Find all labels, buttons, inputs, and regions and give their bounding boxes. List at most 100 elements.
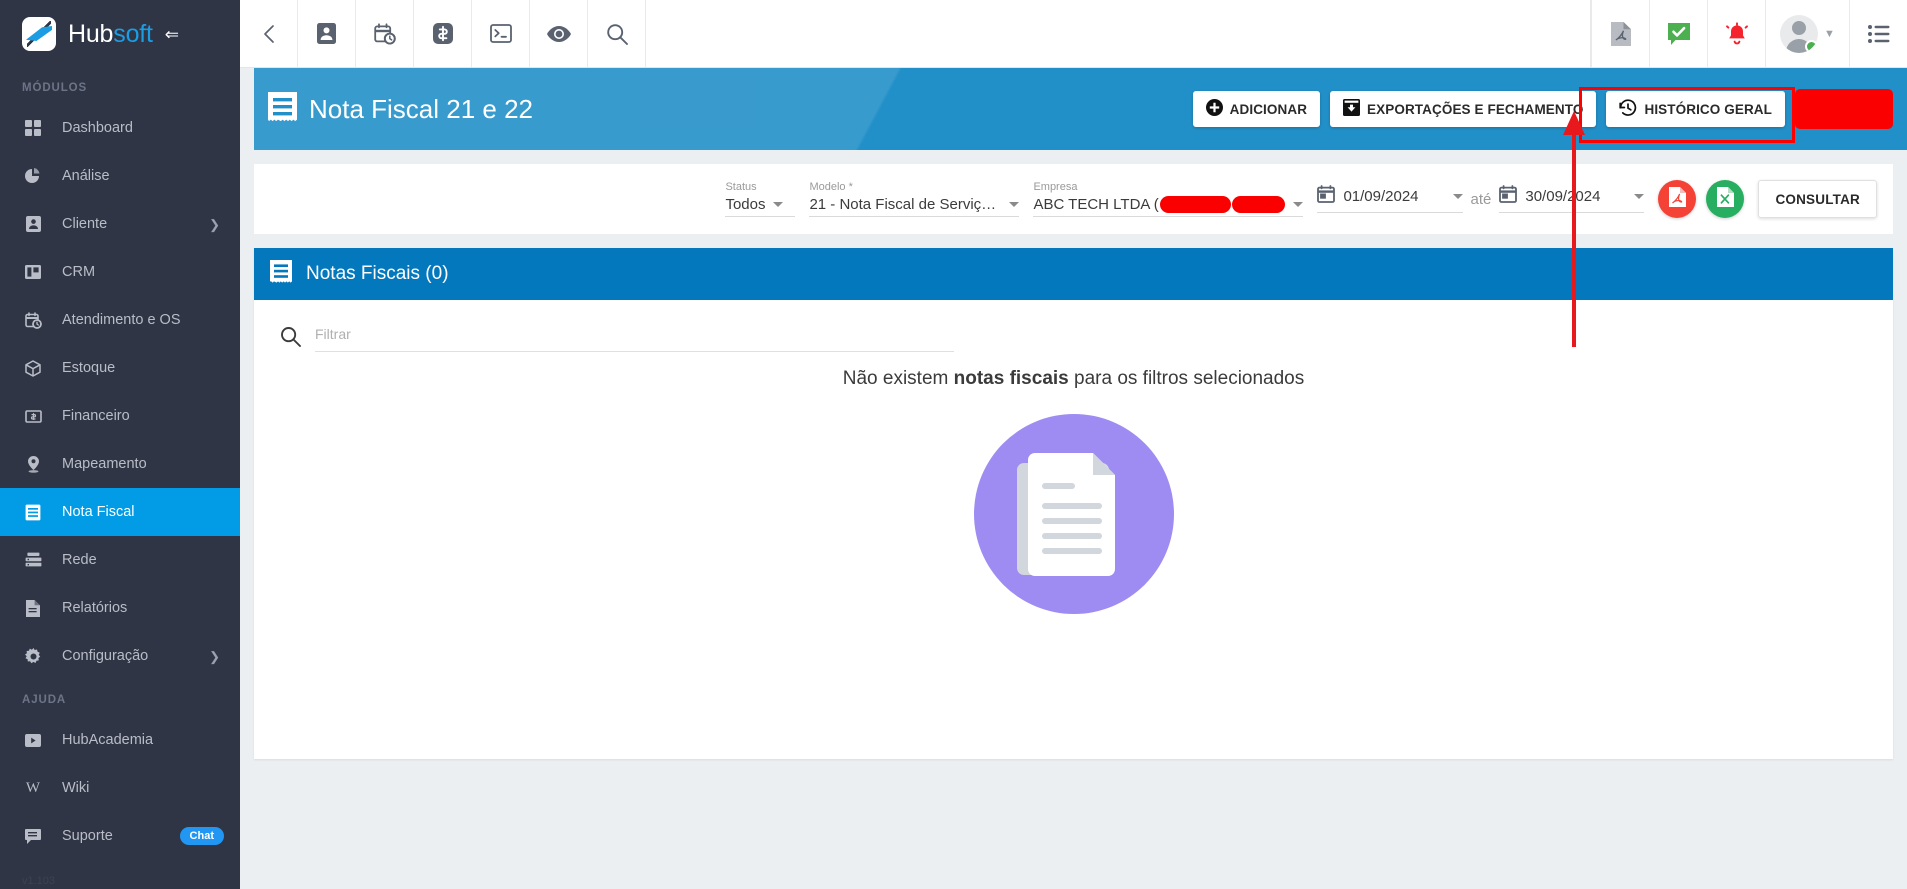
avatar xyxy=(1780,14,1819,53)
status-filter-value: Todos xyxy=(725,196,766,213)
chevron-down-icon[interactable] xyxy=(1293,202,1304,207)
document-icon xyxy=(22,599,44,617)
sidebar-item-label: Análise xyxy=(62,168,110,184)
contact-card-icon xyxy=(22,215,44,233)
page-title-group: Nota Fiscal 21 e 22 xyxy=(254,91,533,128)
sidebar-item-label: Atendimento e OS xyxy=(62,312,181,328)
redacted-button[interactable] xyxy=(1795,89,1893,129)
sidebar-item-estoque[interactable]: Estoque xyxy=(0,344,240,392)
sidebar-item-hubacademia[interactable]: HubAcademia xyxy=(0,716,240,764)
status-filter-label: Status xyxy=(725,181,757,193)
dollar-badge-icon[interactable] xyxy=(414,0,472,67)
calendar-clock-icon[interactable] xyxy=(356,0,414,67)
eye-icon[interactable] xyxy=(530,0,588,67)
sidebar-item-label: Cliente xyxy=(62,216,108,232)
collapse-left-icon[interactable]: ⇐ xyxy=(165,26,179,43)
calendar-icon[interactable] xyxy=(1499,185,1518,208)
server-rack-icon xyxy=(22,551,44,569)
historico-geral-button[interactable]: HISTÓRICO GERAL xyxy=(1606,91,1785,127)
sidebar-item-dashboard[interactable]: Dashboard xyxy=(0,104,240,152)
sidebar-item-configuracao[interactable]: Configuração ❯ xyxy=(0,632,240,680)
user-avatar-menu[interactable]: ▼ xyxy=(1765,0,1849,67)
online-status-badge xyxy=(1805,39,1819,53)
money-bill-icon xyxy=(22,407,44,425)
modelo-filter-label: Modelo * xyxy=(809,181,853,193)
page-header: Nota Fiscal 21 e 22 ADICIONAR EXPORTAÇÕE… xyxy=(254,68,1907,150)
map-pin-icon xyxy=(22,455,44,473)
filter-bar: Status Todos Modelo * 21 - Nota Fiscal d… xyxy=(254,111,1893,347)
plus-circle-icon xyxy=(1205,99,1223,119)
filter-search-input[interactable] xyxy=(315,326,954,342)
date-range-filter: 01/09/2024 até 30/09/2024 xyxy=(1317,185,1645,213)
empresa-filter-control[interactable]: ABC TECH LTDA ( xyxy=(1033,196,1304,217)
empresa-filter-value: ABC TECH LTDA ( xyxy=(1033,196,1286,213)
exportacoes-e-fechamento-button[interactable]: EXPORTAÇÕES E FECHAMENTO xyxy=(1330,91,1597,127)
date-from-value: 01/09/2024 xyxy=(1343,188,1419,205)
sidebar-item-financeiro[interactable]: Financeiro xyxy=(0,392,240,440)
modelo-filter[interactable]: Modelo * 21 - Nota Fiscal de Serviço de … xyxy=(809,181,1020,217)
empty-message-suffix: para os filtros selecionados xyxy=(1068,368,1305,389)
receipt-icon xyxy=(22,503,44,521)
date-from-field[interactable]: 01/09/2024 xyxy=(1317,185,1463,213)
toolbar-spacer xyxy=(646,0,1591,67)
sidebar-item-cliente[interactable]: Cliente ❯ xyxy=(0,200,240,248)
sidebar-item-atendimento-e-os[interactable]: Atendimento e OS xyxy=(0,296,240,344)
sidebar-item-analise[interactable]: Análise xyxy=(0,152,240,200)
terminal-icon[interactable] xyxy=(472,0,530,67)
sidebar-item-label: Dashboard xyxy=(62,120,133,136)
list-menu-icon[interactable] xyxy=(1849,0,1907,67)
brand-name-accent: soft xyxy=(113,19,153,48)
sidebar-item-suporte[interactable]: Suporte Chat xyxy=(0,812,240,860)
box-icon xyxy=(22,359,44,377)
chevron-down-icon[interactable] xyxy=(1009,202,1020,207)
sidebar-item-label: Wiki xyxy=(62,780,90,796)
adicionar-button-label: ADICIONAR xyxy=(1229,101,1308,117)
empty-message-bold: notas fiscais xyxy=(953,368,1069,389)
consultar-button[interactable]: CONSULTAR xyxy=(1758,180,1877,218)
chevron-down-icon[interactable]: ▼ xyxy=(1824,28,1835,40)
sidebar-item-mapeamento[interactable]: Mapeamento xyxy=(0,440,240,488)
speech-bubble-icon xyxy=(22,827,44,845)
calendar-clock-icon xyxy=(22,311,44,329)
sidebar-item-rede[interactable]: Rede xyxy=(0,536,240,584)
chevron-right-icon: ❯ xyxy=(209,216,220,232)
redacted-empresa-text-2 xyxy=(1231,196,1286,213)
alert-bell-icon[interactable] xyxy=(1707,0,1765,67)
adicionar-button[interactable]: ADICIONAR xyxy=(1192,91,1321,127)
play-video-icon xyxy=(22,731,44,749)
modelo-filter-value: 21 - Nota Fiscal de Serviço de Com… xyxy=(809,196,1002,213)
sidebar-item-crm[interactable]: CRM xyxy=(0,248,240,296)
document-pages-icon xyxy=(1016,453,1115,576)
status-filter-control[interactable]: Todos xyxy=(725,196,796,217)
chevron-down-icon[interactable] xyxy=(1634,194,1645,199)
pdf-export-icon xyxy=(1668,186,1686,212)
sidebar-section-help: AJUDA xyxy=(22,694,67,706)
sidebar-item-relatorios[interactable]: Relatórios xyxy=(0,584,240,632)
export-pdf-button[interactable] xyxy=(1658,180,1697,218)
brand-logo-area[interactable]: Hubsoft ⇐ xyxy=(0,0,240,68)
kanban-board-icon xyxy=(22,263,44,281)
brand-name-main: Hub xyxy=(68,19,114,48)
calendar-icon[interactable] xyxy=(1317,185,1336,208)
status-filter[interactable]: Status Todos xyxy=(725,181,796,217)
green-check-bubble-icon[interactable] xyxy=(1649,0,1707,67)
sidebar-item-nota-fiscal[interactable]: Nota Fiscal xyxy=(0,488,240,536)
chevron-down-icon[interactable] xyxy=(1452,194,1463,199)
chevron-down-icon[interactable] xyxy=(773,202,784,207)
back-arrow-icon[interactable] xyxy=(240,0,298,67)
notas-fiscais-card: Notas Fiscais (0) Não existem notas fisc… xyxy=(254,248,1893,759)
sidebar-item-label: Financeiro xyxy=(62,408,130,424)
date-to-field[interactable]: 30/09/2024 xyxy=(1499,185,1645,213)
search-icon[interactable] xyxy=(588,0,646,67)
export-excel-button[interactable] xyxy=(1706,180,1745,218)
card-header: Notas Fiscais (0) xyxy=(254,248,1893,300)
modelo-filter-control[interactable]: 21 - Nota Fiscal de Serviço de Com… xyxy=(809,196,1020,217)
excel-export-icon xyxy=(1716,186,1734,212)
sidebar-item-wiki[interactable]: W Wiki xyxy=(0,764,240,812)
chat-badge[interactable]: Chat xyxy=(179,827,224,845)
sidebar-item-label: HubAcademia xyxy=(62,732,154,748)
empty-message-prefix: Não existem xyxy=(842,368,954,389)
contact-card-icon[interactable] xyxy=(298,0,356,67)
pdf-file-icon[interactable] xyxy=(1591,0,1649,67)
empresa-filter[interactable]: Empresa ABC TECH LTDA ( xyxy=(1033,181,1304,217)
